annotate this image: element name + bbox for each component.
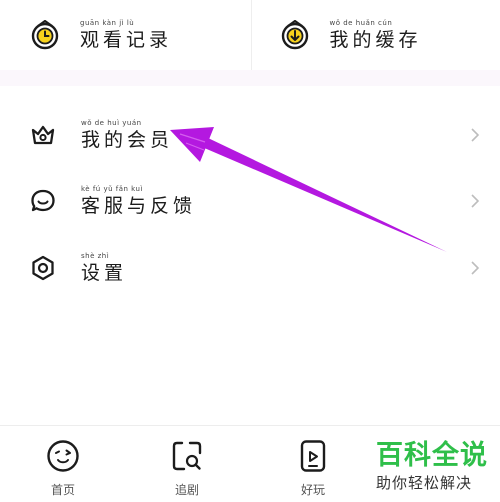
gear-icon: [30, 255, 56, 281]
tab-fun[interactable]: 好玩: [278, 439, 348, 498]
tab-home[interactable]: 首页: [28, 439, 98, 498]
support-pinyin: kè fú yǔ fǎn kuì: [81, 184, 196, 194]
play-card-icon: [296, 439, 330, 473]
wink-face-icon: [46, 439, 80, 473]
tab-fun-label: 好玩: [301, 481, 325, 498]
watermark-title: 百科全说: [376, 440, 494, 472]
search-frame-icon: [170, 439, 204, 473]
chevron-right-icon: [470, 127, 480, 143]
my-cache-label: 我的缓存: [330, 28, 422, 52]
shortcut-row: guān kàn jì lù 观看记录 wǒ de huǎn cún 我的缓存: [0, 0, 500, 70]
membership-pinyin: wǒ de huì yuán: [81, 118, 173, 128]
watch-history-button[interactable]: guān kàn jì lù 观看记录: [0, 0, 251, 70]
crown-icon: [30, 122, 56, 148]
settings-label: 设置: [81, 261, 127, 285]
my-cache-button[interactable]: wǒ de huǎn cún 我的缓存: [251, 0, 500, 70]
menu-item-support-feedback[interactable]: kè fú yǔ fǎn kuì 客服与反馈: [0, 173, 500, 229]
menu-item-membership[interactable]: wǒ de huì yuán 我的会员: [0, 107, 500, 163]
chevron-right-icon: [470, 260, 480, 276]
tab-drama[interactable]: 追剧: [152, 439, 222, 498]
watch-history-pinyin: guān kàn jì lù: [80, 18, 172, 28]
tab-home-label: 首页: [51, 481, 75, 498]
watermark-subtitle: 助你轻松解决: [376, 472, 494, 494]
membership-label: 我的会员: [81, 128, 173, 152]
chevron-right-icon: [470, 193, 480, 209]
section-divider: [0, 70, 500, 86]
my-cache-pinyin: wǒ de huǎn cún: [330, 18, 422, 28]
support-label: 客服与反馈: [81, 194, 196, 218]
watermark: 百科全说 助你轻松解决: [376, 440, 494, 494]
chat-icon: [30, 188, 56, 214]
tab-drama-label: 追剧: [175, 481, 199, 498]
download-icon: [280, 20, 310, 50]
clock-icon: [30, 20, 60, 50]
watch-history-label: 观看记录: [80, 28, 172, 52]
settings-pinyin: shè zhì: [81, 251, 127, 261]
menu-item-settings[interactable]: shè zhì 设置: [0, 240, 500, 296]
